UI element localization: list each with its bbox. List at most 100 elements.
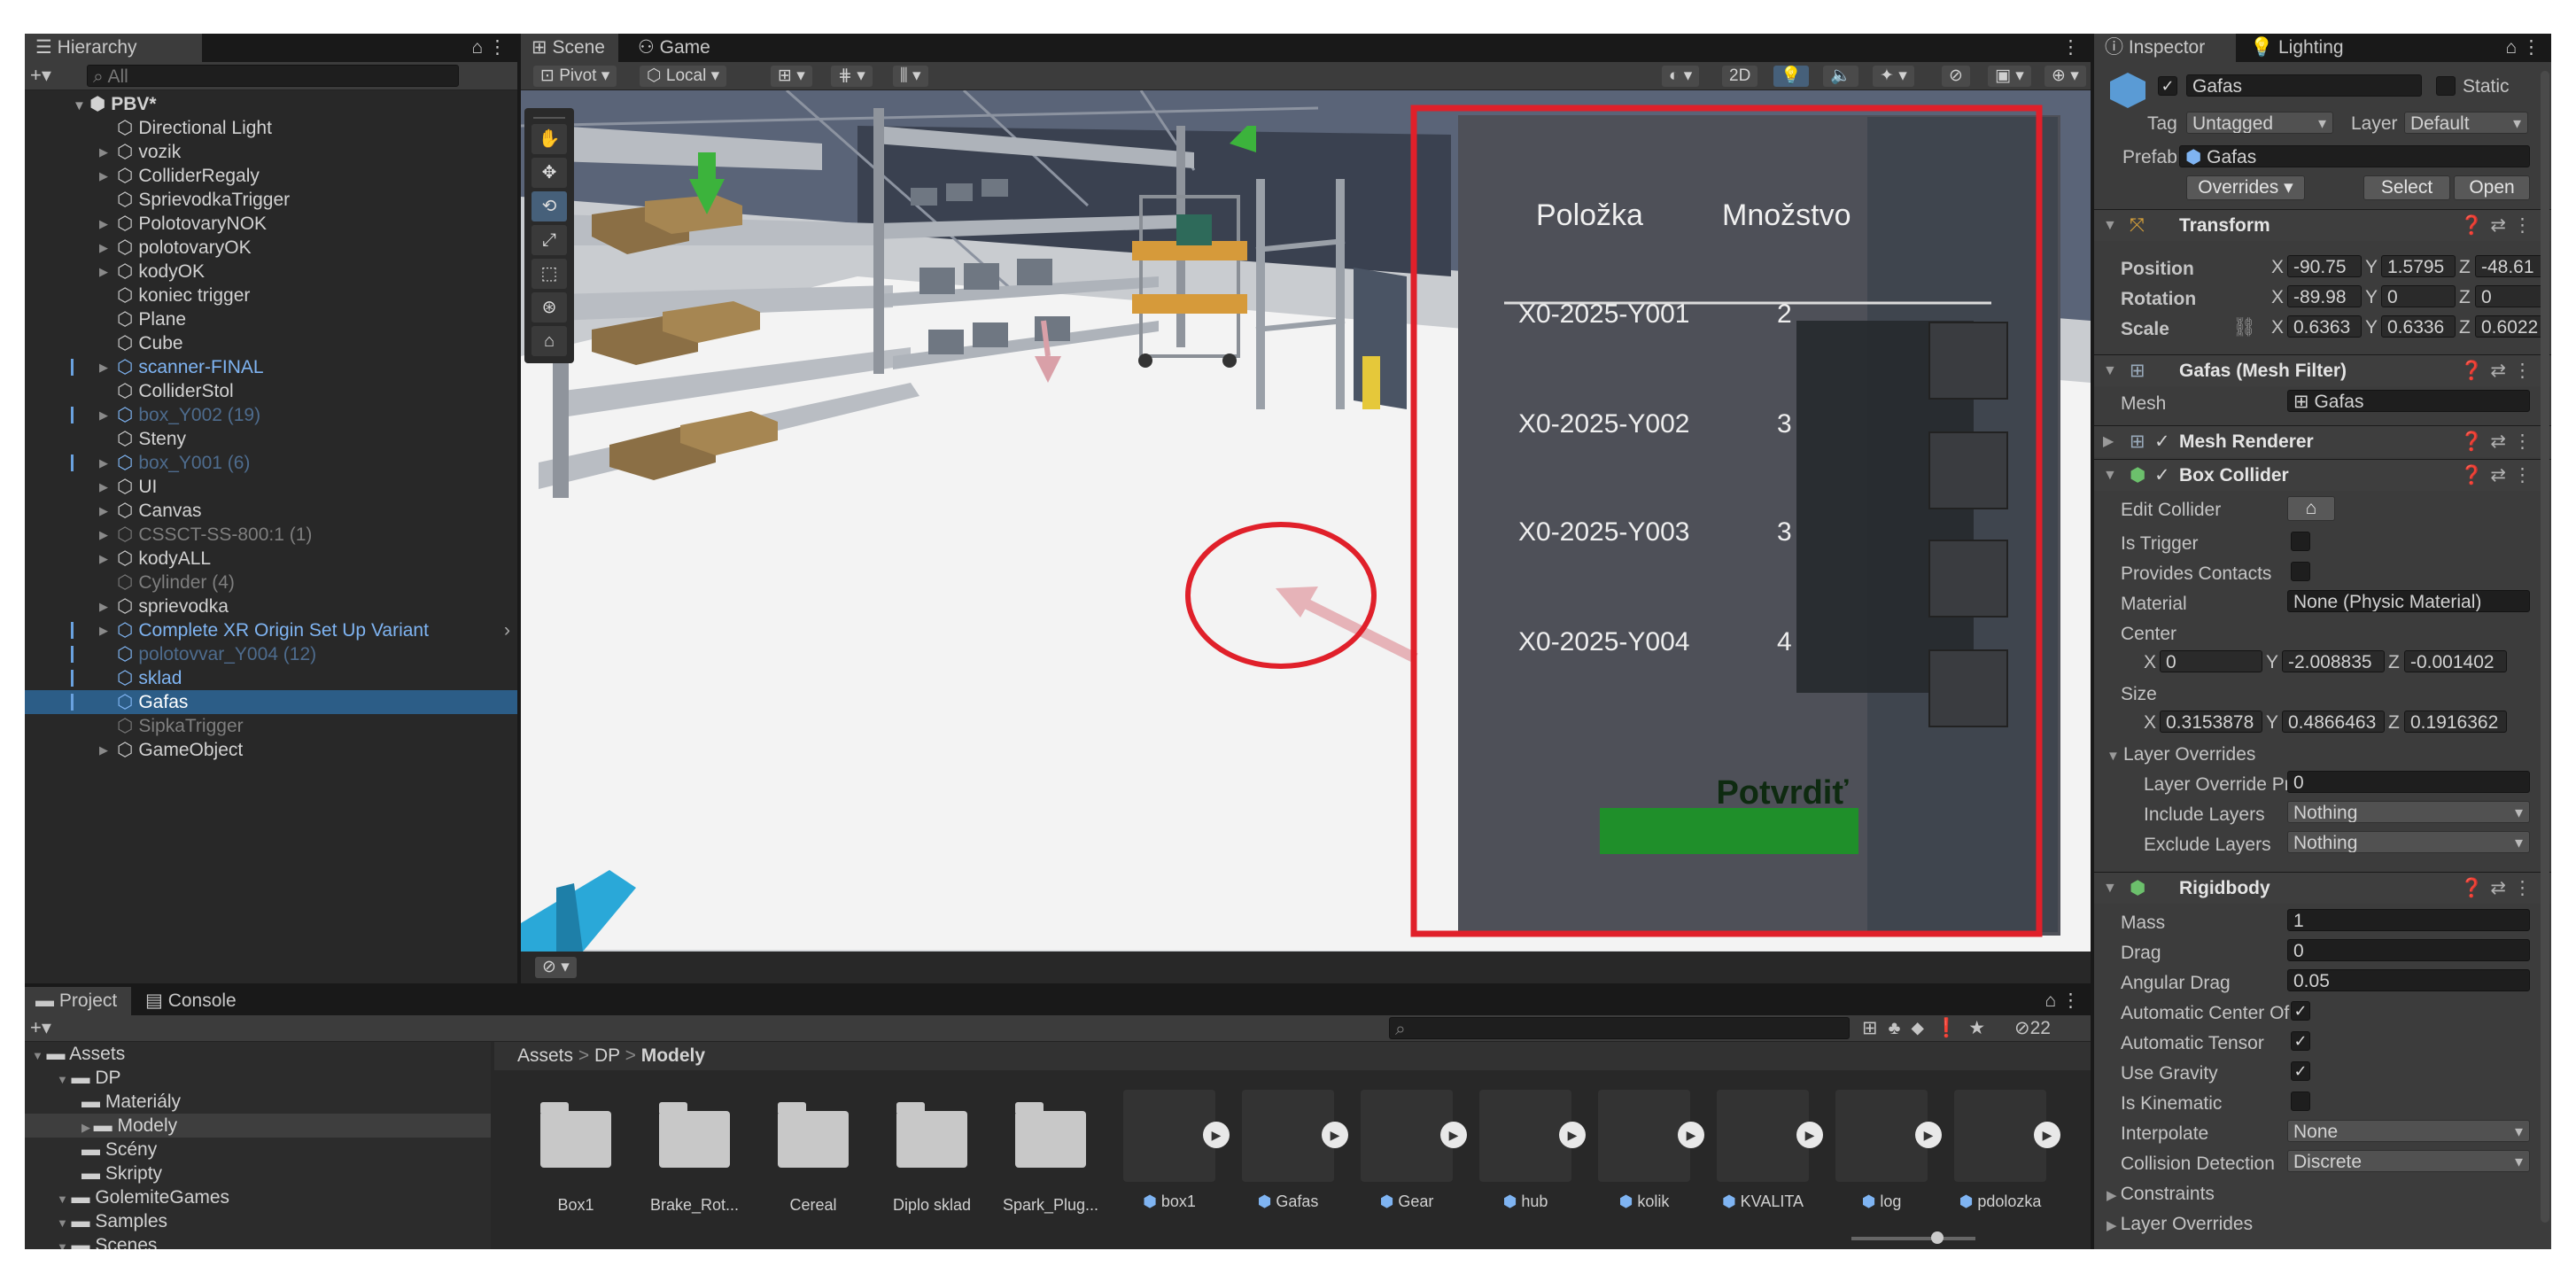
hierarchy-item[interactable]: ▶ ⬡ box_Y002 (19) xyxy=(25,403,517,427)
draw-mode-dropdown[interactable]: ◐ ▾ xyxy=(1662,66,1700,87)
expand-arrow[interactable]: ▶ xyxy=(99,618,108,642)
scene-root[interactable]: ▼ ⬢ PBV* xyxy=(25,92,517,116)
project-folder[interactable]: ▬ Skripty xyxy=(25,1161,491,1185)
project-folder[interactable]: ▼ ▬ Scenes xyxy=(25,1233,491,1249)
project-folder[interactable]: ▬ Materiály xyxy=(25,1090,491,1114)
add-button[interactable]: +▾ xyxy=(30,64,51,87)
breadcrumb-assets[interactable]: Assets xyxy=(517,1045,573,1066)
asset-item[interactable]: ▶ ⬢ kolik xyxy=(1589,1090,1704,1211)
inspector-menu-icon[interactable]: ⌂ ⋮ xyxy=(2495,34,2551,62)
axis-z-field[interactable]: 0.6022 xyxy=(2475,315,2549,338)
hierarchy-item[interactable]: ▶ ⬡ box_Y001 (6) xyxy=(25,451,517,475)
axis-x-field[interactable]: 0.6363 xyxy=(2287,315,2362,338)
confirm-button[interactable]: Potvrdiť xyxy=(1653,774,1912,812)
layer-overrides-foldout[interactable]: ▼ Layer Overrides xyxy=(2107,744,2255,765)
scene-menu-icon[interactable]: ⋮ xyxy=(2051,34,2091,62)
play-preview-icon[interactable]: ▶ xyxy=(1678,1122,1704,1148)
hierarchy-item[interactable]: ⬡ Plane xyxy=(25,307,517,331)
expand-arrow[interactable]: ▶ xyxy=(81,1121,94,1134)
overrides-dropdown[interactable]: Overrides ▾ xyxy=(2186,175,2305,200)
rotate-tool-icon[interactable]: ⟲ xyxy=(531,191,567,221)
chevron-right-icon[interactable]: › xyxy=(504,618,510,642)
hand-tool-icon[interactable]: ✋ xyxy=(531,124,567,154)
rigidbody-header[interactable]: ▼ ⬢ Rigidbody ❓⇄⋮ xyxy=(2094,872,2551,904)
play-preview-icon[interactable]: ▶ xyxy=(1322,1122,1348,1148)
hierarchy-item[interactable]: ▶ ⬡ kodyALL xyxy=(25,547,517,571)
expand-arrow[interactable]: ▼ xyxy=(57,1073,71,1086)
tab-scene[interactable]: ⊞ Scene xyxy=(521,34,618,62)
axis-y-field[interactable]: 1.5795 xyxy=(2381,255,2456,277)
hierarchy-item[interactable]: ▶ ⬡ CSSCT-SS-800:1 (1) xyxy=(25,523,517,547)
hierarchy-item[interactable]: ▶ ⬡ vozik xyxy=(25,140,517,164)
expand-arrow[interactable]: ▼ xyxy=(57,1240,71,1249)
expand-arrow[interactable]: ▼ xyxy=(57,1216,71,1230)
expand-arrow[interactable]: ▶ xyxy=(99,212,108,236)
component-menu-icon[interactable]: ❓⇄⋮ xyxy=(2460,210,2539,242)
hierarchy-item[interactable]: ▶ ⬡ PolotovaryNOK xyxy=(25,212,517,236)
camera-dropdown-icon[interactable]: ▣ ▾ xyxy=(1988,66,2031,87)
expand-arrow[interactable]: ▶ xyxy=(99,164,108,188)
mass-field[interactable]: 1 xyxy=(2287,909,2530,931)
toggle-2d-button[interactable]: 2D xyxy=(1722,66,1758,87)
play-preview-icon[interactable]: ▶ xyxy=(1915,1122,1942,1148)
inspector-scrollbar[interactable] xyxy=(2541,71,2549,1223)
asset-item[interactable]: Spark_Plug... xyxy=(996,1090,1106,1215)
expand-arrow[interactable]: ▶ xyxy=(99,260,108,284)
hidden-count[interactable]: ⊘22 xyxy=(2014,1017,2051,1039)
axis-z-field[interactable]: -0.001402 xyxy=(2404,650,2507,672)
hierarchy-item[interactable]: ▶ ⬡ scanner-FINAL xyxy=(25,355,517,379)
lighting-toggle-icon[interactable]: 💡 xyxy=(1773,66,1809,87)
expand-arrow[interactable]: ▶ xyxy=(99,236,108,260)
asset-item[interactable]: ▶ ⬢ Gafas xyxy=(1233,1090,1348,1211)
gizmos-dropdown-icon[interactable]: ⊕ ▾ xyxy=(2045,66,2086,87)
drag-field[interactable]: 0 xyxy=(2287,939,2530,961)
align-button[interactable]: ⫼ ▾ xyxy=(893,66,928,87)
expand-arrow[interactable]: ▶ xyxy=(99,547,108,571)
collision-detection-dropdown[interactable]: Discrete xyxy=(2287,1150,2530,1172)
zoom-slider[interactable] xyxy=(1851,1231,1975,1244)
hidden-objects-icon[interactable]: ⊘ xyxy=(1942,66,1970,87)
axis-x-field[interactable]: -89.98 xyxy=(2287,285,2362,307)
play-preview-icon[interactable]: ▶ xyxy=(2034,1122,2060,1148)
project-folder[interactable]: ▶ ▬ Modely xyxy=(25,1114,491,1138)
tab-lighting[interactable]: 💡 Lighting xyxy=(2239,34,2355,62)
interpolate-dropdown[interactable]: None xyxy=(2287,1120,2530,1142)
expand-arrow[interactable]: ▶ xyxy=(99,499,108,523)
hierarchy-item[interactable]: ▶ ⬡ Complete XR Origin Set Up Variant › xyxy=(25,618,517,642)
static-checkbox[interactable] xyxy=(2436,76,2456,96)
exclude-layers-dropdown[interactable]: Nothing xyxy=(2287,831,2530,853)
angular-drag-field[interactable]: 0.05 xyxy=(2287,969,2530,991)
hierarchy-item[interactable]: ⬡ polotovvar_Y004 (12) xyxy=(25,642,517,666)
project-folder[interactable]: ▼ ▬ Assets xyxy=(25,1042,491,1066)
prefab-field[interactable]: ⬢ Gafas xyxy=(2179,145,2530,167)
hierarchy-item[interactable]: ⬡ Steny xyxy=(25,427,517,451)
audio-toggle-icon[interactable]: 🔈 xyxy=(1823,66,1858,87)
axis-y-field[interactable]: -2.008835 xyxy=(2282,650,2385,672)
asset-item[interactable]: Diplo sklad xyxy=(877,1090,987,1215)
hierarchy-item[interactable]: ⬡ koniec trigger xyxy=(25,284,517,307)
hierarchy-menu-icon[interactable]: ⌂ ⋮ xyxy=(461,34,517,62)
hierarchy-item[interactable]: ▶ ⬡ GameObject xyxy=(25,738,517,762)
pivot-dropdown[interactable]: ⊡ Pivot ▾ xyxy=(533,66,617,87)
asset-item[interactable]: ▶ ⬢ box1 xyxy=(1114,1090,1230,1211)
link-scale-icon[interactable]: ⛓ xyxy=(2232,317,2256,338)
edit-collider-button[interactable]: ⌂ xyxy=(2287,496,2335,521)
axis-y-field[interactable]: 0.6336 xyxy=(2381,315,2456,338)
mesh-field[interactable]: ⊞ Gafas xyxy=(2287,390,2530,412)
play-preview-icon[interactable]: ▶ xyxy=(1559,1122,1586,1148)
hierarchy-item[interactable]: ⬡ ColliderStol xyxy=(25,379,517,403)
expand-arrow[interactable]: ▶ xyxy=(99,475,108,499)
project-folder[interactable]: ▼ ▬ DP xyxy=(25,1066,491,1090)
expand-arrow[interactable]: ▶ xyxy=(99,523,108,547)
increment-snap-button[interactable]: ⋕ ▾ xyxy=(831,66,873,87)
auto-center-checkbox[interactable]: ✓ xyxy=(2291,1001,2310,1021)
mesh-renderer-header[interactable]: ▶ ⊞ ✓ Mesh Renderer ❓⇄⋮ xyxy=(2094,425,2551,457)
expand-arrow[interactable]: ▶ xyxy=(99,140,108,164)
hierarchy-item[interactable]: ▶ ⬡ UI xyxy=(25,475,517,499)
project-folder[interactable]: ▼ ▬ GolemiteGames xyxy=(25,1185,491,1209)
effects-toggle-icon[interactable]: ✦ ▾ xyxy=(1873,66,1914,87)
create-button[interactable]: +▾ xyxy=(30,1016,51,1039)
axis-y-field[interactable]: 0 xyxy=(2381,285,2456,307)
rect-tool-icon[interactable]: ⬚ xyxy=(531,259,567,289)
hierarchy-item[interactable]: ▶ ⬡ kodyOK xyxy=(25,260,517,284)
